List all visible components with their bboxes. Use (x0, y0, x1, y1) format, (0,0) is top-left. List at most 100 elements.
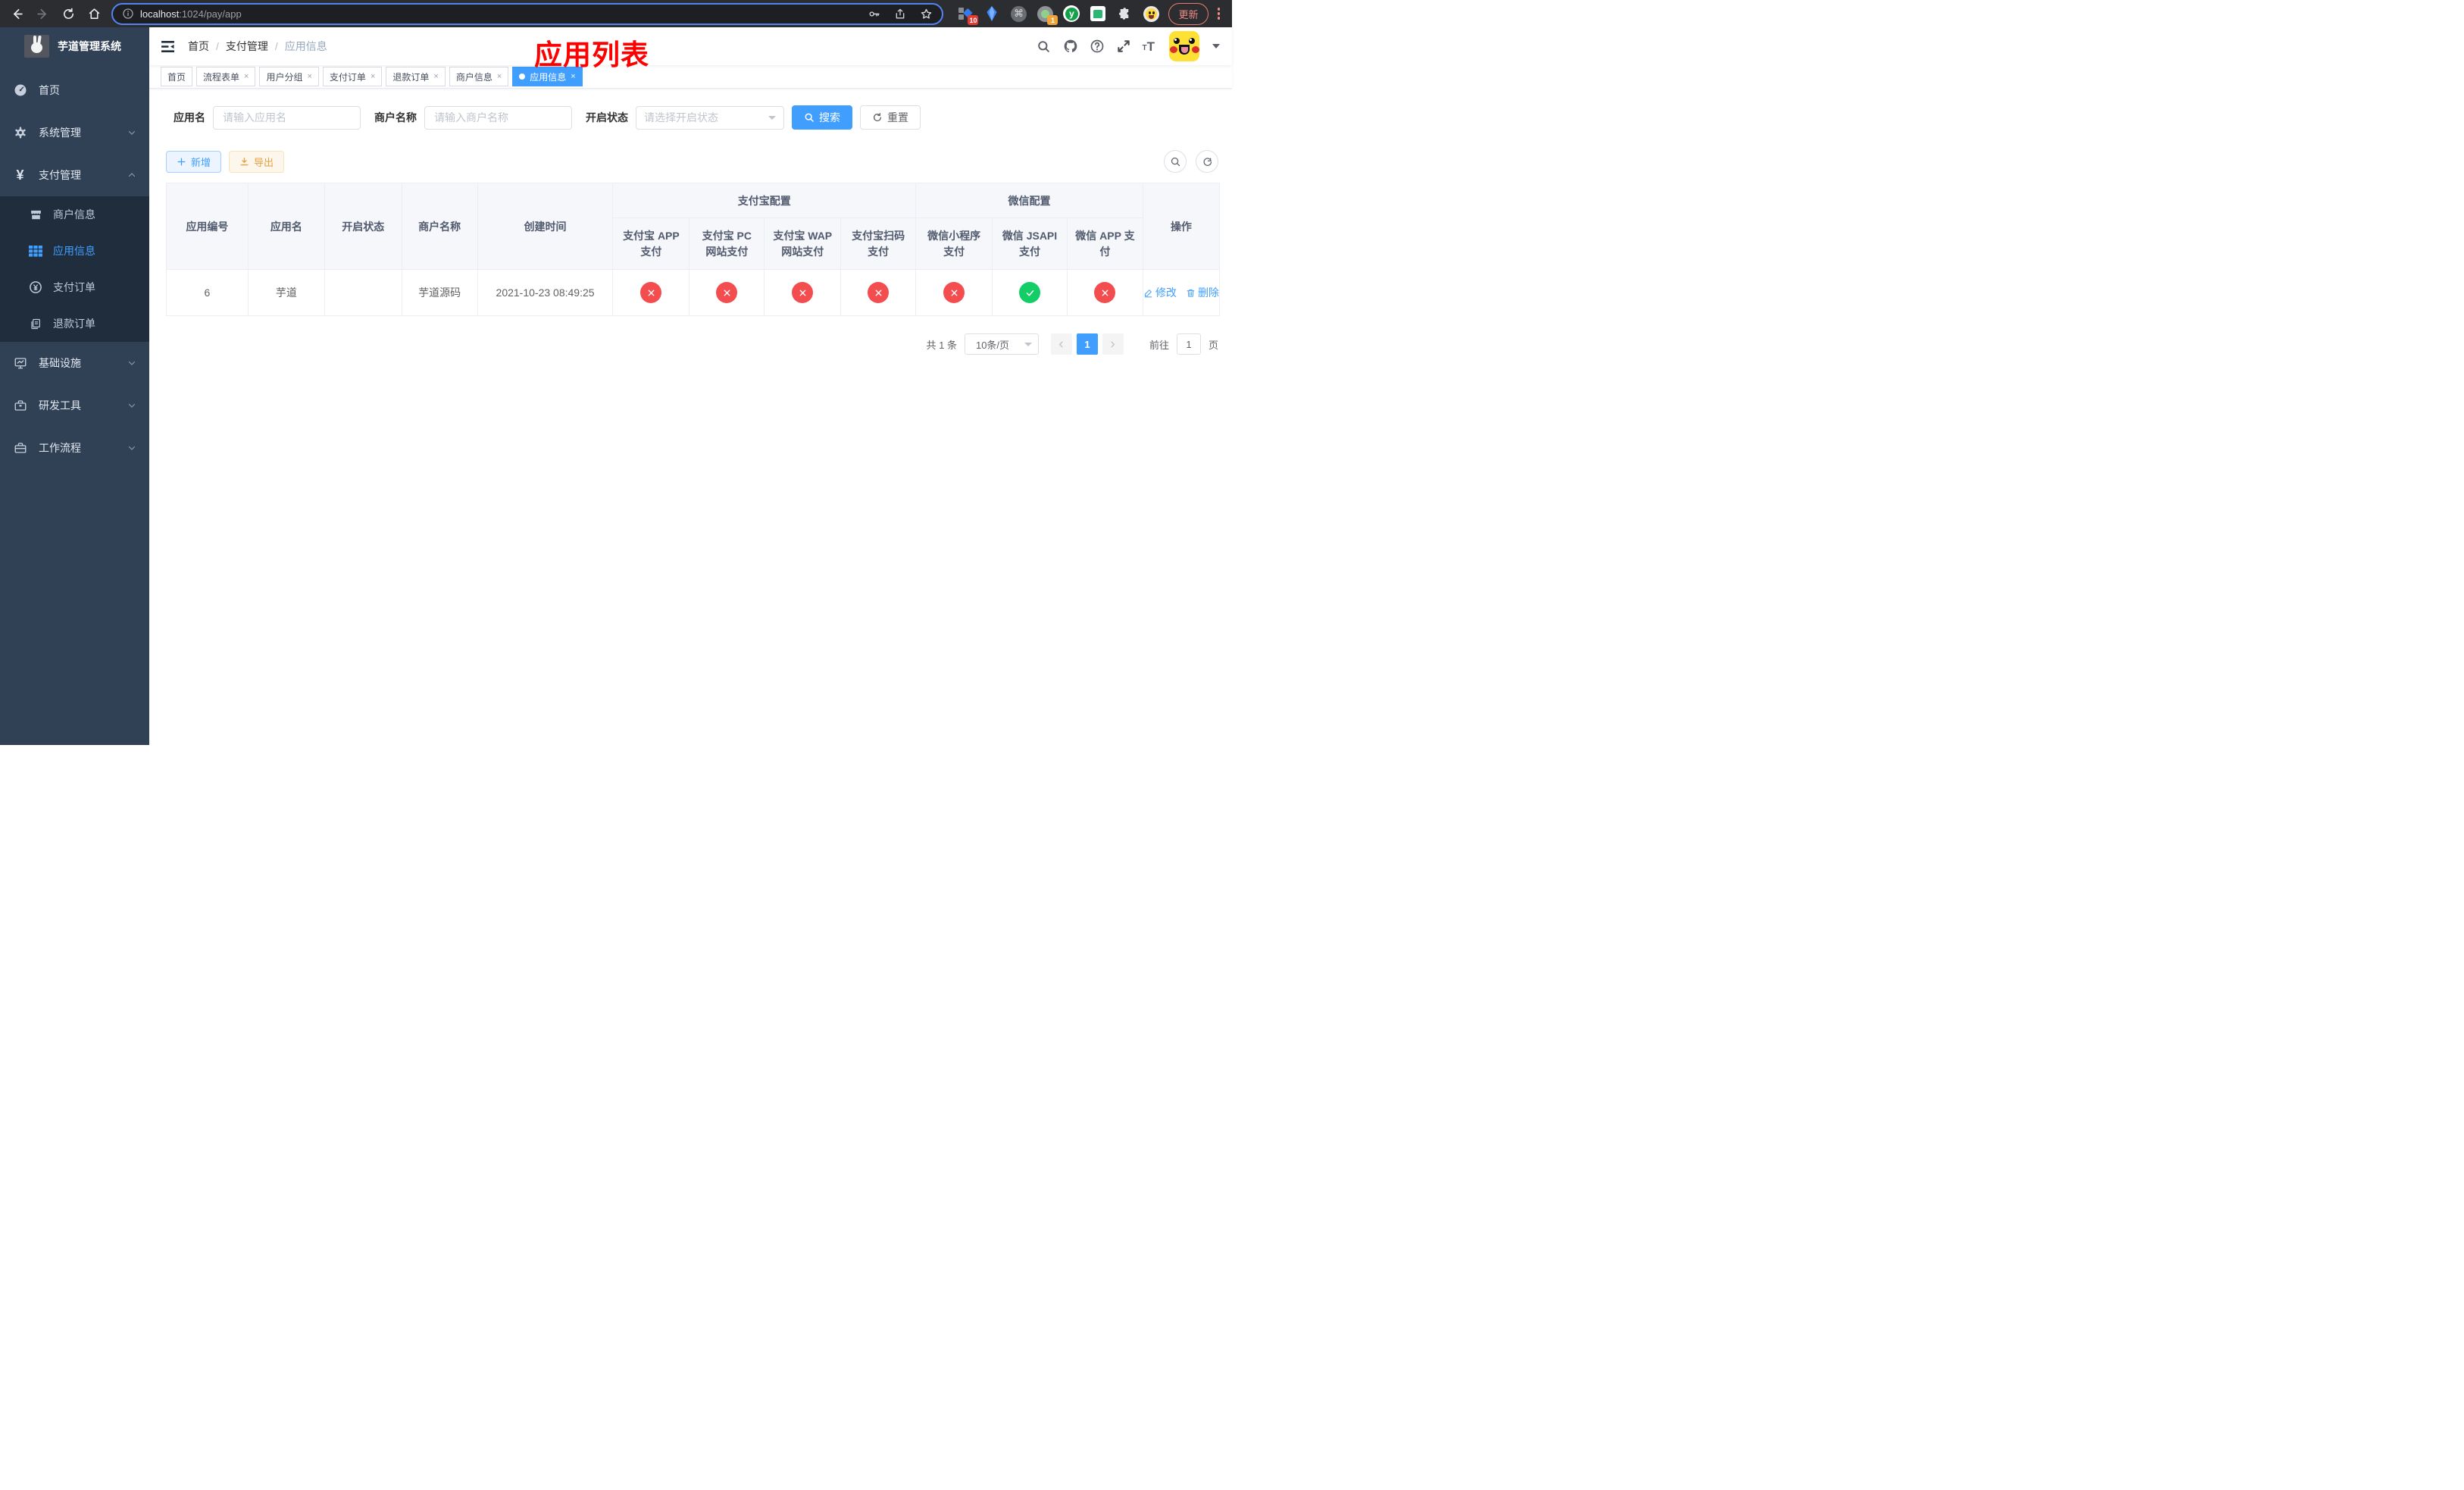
extension-badge-10: 10 (968, 15, 979, 25)
breadcrumb-section[interactable]: 支付管理 (226, 39, 268, 54)
tab-home[interactable]: 首页 (161, 67, 193, 86)
documents-icon (29, 318, 42, 330)
extensions-puzzle-icon[interactable] (1116, 5, 1133, 22)
toggle-search-button[interactable] (1164, 150, 1187, 173)
chevron-down-icon (127, 443, 136, 452)
breadcrumb-separator: / (216, 40, 219, 52)
tags-bar: 首页 流程表单 × 用户分组 × 支付订单 × 退款订单 × 商户信息 × 应用信息 × (149, 65, 1232, 89)
close-icon[interactable]: × (243, 72, 249, 81)
add-button[interactable]: 新增 (166, 150, 222, 173)
wx-jsapi-check-icon (1019, 282, 1040, 303)
sidebar-collapse-icon[interactable] (161, 40, 180, 52)
search-button[interactable]: 搜索 (792, 105, 852, 130)
prev-page-button[interactable] (1050, 333, 1072, 355)
col-app-name: 应用名 (247, 183, 325, 270)
page-number-1[interactable]: 1 (1076, 333, 1098, 355)
breadcrumb-home[interactable]: 首页 (188, 39, 209, 54)
status-select[interactable]: 请选择开启状态 (636, 105, 784, 130)
store-icon (29, 208, 42, 221)
help-icon[interactable] (1090, 39, 1105, 54)
delete-link[interactable]: 删除 (1186, 285, 1219, 300)
next-page-button[interactable] (1102, 333, 1124, 355)
site-info-icon[interactable] (122, 8, 134, 20)
alipay-qr-cross-icon (868, 282, 890, 303)
dashboard-icon (13, 83, 27, 97)
sidebar-item-refund-orders[interactable]: 退款订单 (0, 305, 149, 342)
tab-user-group[interactable]: 用户分组 × (259, 67, 319, 86)
sidebar-item-app-info[interactable]: 应用信息 (0, 233, 149, 269)
breadcrumb-separator: / (274, 40, 278, 52)
share-icon[interactable] (894, 8, 906, 20)
close-icon[interactable]: × (433, 72, 438, 81)
sidebar-item-home[interactable]: 首页 (0, 69, 149, 111)
browser-home-button[interactable] (88, 8, 101, 20)
alipay-pc-cross-icon (716, 282, 738, 303)
group-alipay-config: 支付宝配置 (612, 183, 917, 218)
close-icon[interactable]: × (570, 72, 575, 81)
toolbox-icon (13, 399, 27, 412)
font-size-icon[interactable]: TT (1143, 40, 1155, 53)
sidebar-item-pay-orders[interactable]: 支付订单 (0, 269, 149, 305)
pagination: 共 1 条 10条/页 1 前往 页 (166, 333, 1220, 355)
page-size-select[interactable]: 10条/页 (964, 333, 1039, 355)
extension-chat-icon[interactable] (1090, 5, 1106, 22)
fullscreen-icon[interactable] (1116, 39, 1131, 54)
sidebar-item-dev-tools[interactable]: 研发工具 (0, 384, 149, 427)
total-count: 共 1 条 (926, 339, 957, 351)
col-wx-app: 微信 APP 支付 (1066, 218, 1143, 270)
browser-chrome: localhost:1024/pay/app ◆ 10 ⌘ 1 y 更新 (0, 0, 1232, 27)
close-icon[interactable]: × (306, 72, 311, 81)
sidebar-item-workflow[interactable]: 工作流程 (0, 427, 149, 469)
extension-gem-icon[interactable] (983, 5, 1000, 22)
table-toolbar: 新增 导出 (166, 150, 1220, 173)
reset-button[interactable]: 重置 (860, 105, 921, 130)
sidebar-item-payment[interactable]: ¥ 支付管理 (0, 154, 149, 196)
close-icon[interactable]: × (370, 72, 375, 81)
extension-command-icon[interactable]: ⌘ (1010, 5, 1027, 22)
url-text[interactable]: localhost:1024/pay/app (140, 8, 242, 20)
chrome-menu-icon[interactable] (1213, 8, 1225, 20)
address-bar[interactable]: localhost:1024/pay/app (111, 2, 944, 25)
password-key-icon[interactable] (868, 8, 880, 20)
sidebar-item-merchant-info[interactable]: 商户信息 (0, 196, 149, 233)
tab-refund-orders[interactable]: 退款订单 × (386, 67, 446, 86)
tab-pay-orders[interactable]: 支付订单 × (322, 67, 383, 86)
bookmark-star-icon[interactable] (920, 8, 933, 20)
close-icon[interactable]: × (496, 72, 502, 81)
wx-app-cross-icon (1094, 282, 1116, 303)
user-avatar[interactable] (1169, 31, 1199, 61)
url-path: :1024/pay/app (179, 8, 242, 20)
sidebar-item-system[interactable]: 系统管理 (0, 111, 149, 154)
app-name-input[interactable] (213, 105, 361, 130)
browser-back-button[interactable] (11, 8, 23, 20)
sidebar-item-label: 支付订单 (53, 281, 95, 293)
extension-recorder-icon[interactable]: 1 (1037, 5, 1058, 25)
github-icon[interactable] (1063, 39, 1078, 54)
tab-merchant-info[interactable]: 商户信息 × (449, 67, 509, 86)
browser-forward-button[interactable] (36, 8, 49, 20)
sidebar-item-label: 研发工具 (39, 399, 81, 412)
browser-reload-button[interactable] (62, 8, 75, 20)
export-button[interactable]: 导出 (229, 150, 285, 173)
chevron-down-icon (127, 128, 136, 137)
extension-sketch-icon[interactable]: ◆ 10 (957, 5, 979, 25)
col-actions: 操作 (1142, 183, 1221, 270)
chevron-down-icon (1024, 342, 1032, 346)
cell-app-name: 芋道 (247, 269, 325, 316)
goto-page-input[interactable] (1176, 333, 1201, 355)
col-wx-lite: 微信小程序支付 (915, 218, 993, 270)
avatar-caret-icon[interactable] (1212, 44, 1220, 49)
monitor-chart-icon (13, 356, 27, 370)
profile-avatar-icon[interactable] (1143, 5, 1159, 22)
sidebar-item-infrastructure[interactable]: 基础设施 (0, 342, 149, 384)
refresh-button[interactable] (1196, 150, 1218, 173)
edit-link[interactable]: 修改 (1143, 285, 1177, 300)
tab-process-form[interactable]: 流程表单 × (196, 67, 256, 86)
extension-y-icon[interactable]: y (1063, 5, 1080, 22)
sidebar-item-label: 工作流程 (39, 442, 81, 454)
chrome-update-button[interactable]: 更新 (1168, 2, 1209, 25)
cell-merchant: 芋道源码 (401, 269, 478, 316)
merchant-name-input[interactable] (424, 105, 572, 130)
sidebar-item-label: 系统管理 (39, 127, 81, 139)
header-search-icon[interactable] (1037, 39, 1052, 54)
